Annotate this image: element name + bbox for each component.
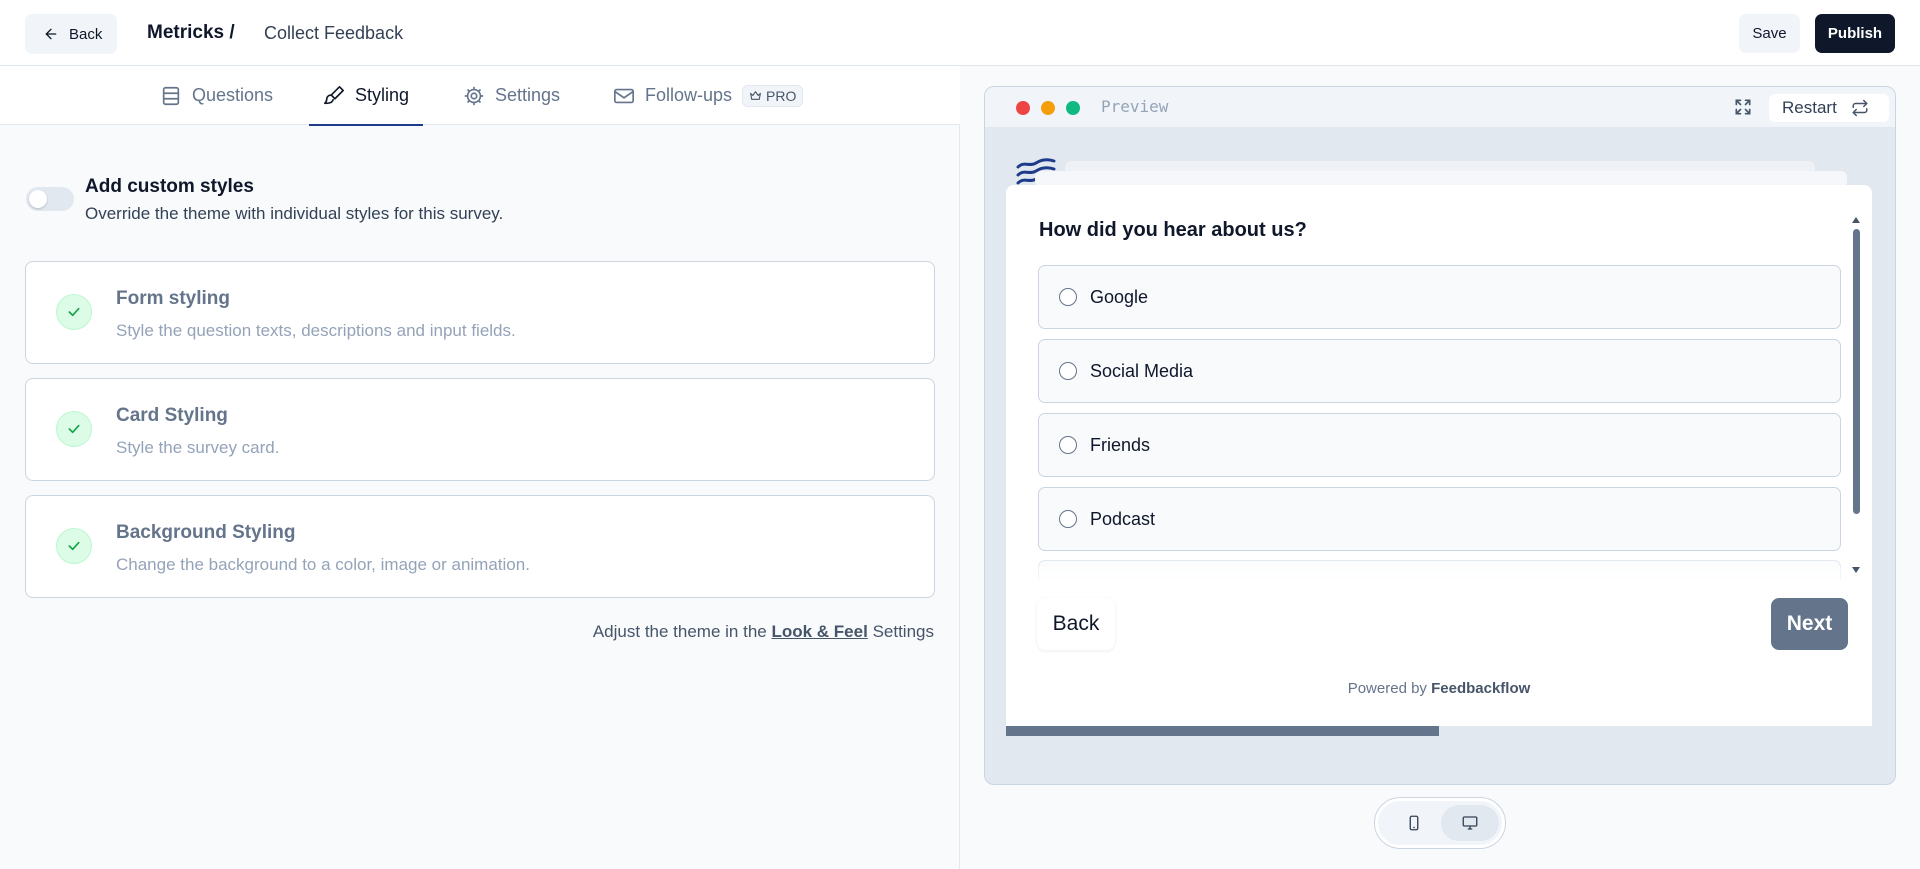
survey-back-button[interactable]: Back [1037, 598, 1115, 650]
option-social-media[interactable]: Social Media [1038, 339, 1841, 403]
tab-follow-ups-label: Follow-ups [645, 85, 733, 105]
check-circle-icon [56, 294, 92, 330]
device-toggle [1374, 797, 1506, 849]
custom-styles-description: Override the theme with individual style… [85, 204, 504, 223]
tab-styling[interactable]: Styling [308, 66, 424, 126]
option-friends[interactable]: Friends [1038, 413, 1841, 477]
back-button-label: Back [69, 25, 103, 43]
editor-panel: Questions Styling Settings Follow-ups PR… [0, 66, 960, 869]
expand-icon[interactable] [1733, 97, 1753, 117]
arrow-left-icon [45, 28, 57, 40]
mobile-icon [1409, 815, 1419, 831]
tab-settings[interactable]: Settings [463, 66, 560, 125]
desktop-view-button[interactable] [1441, 805, 1499, 841]
option-google[interactable]: Google [1038, 265, 1841, 329]
top-bar: Back Metricks / Collect Feedback Save Pu… [0, 0, 1920, 66]
look-and-feel-link[interactable]: Look & Feel [771, 622, 867, 641]
tab-styling-label: Styling [355, 85, 410, 105]
card-description: Change the background to a color, image … [116, 555, 530, 574]
preview-label: Preview [1101, 97, 1169, 116]
device-toggle-track [1378, 801, 1502, 845]
option-label: Friends [1090, 434, 1151, 455]
survey-name[interactable]: Collect Feedback [264, 23, 403, 44]
card-title: Card Styling [116, 405, 228, 426]
card-title: Background Styling [116, 522, 296, 543]
card-styling-card[interactable]: Card Styling Style the survey card. [25, 378, 935, 481]
pro-badge-label: PRO [766, 87, 797, 104]
window-minimize-dot [1041, 101, 1055, 115]
desktop-icon [1462, 816, 1478, 830]
editor-tabs: Questions Styling Settings Follow-ups PR… [0, 66, 960, 126]
repeat-icon [1852, 99, 1868, 117]
breadcrumb-project[interactable]: Metricks / [147, 22, 235, 44]
mail-icon [614, 88, 634, 103]
card-description: Style the question texts, descriptions a… [116, 321, 516, 340]
option-label: Google [1090, 286, 1149, 307]
adjust-suffix: Settings [872, 622, 934, 641]
mobile-view-button[interactable] [1396, 805, 1432, 841]
card-description: Style the survey card. [116, 438, 280, 457]
restart-label: Restart [1782, 98, 1837, 117]
pro-badge: PRO [742, 84, 804, 107]
tab-settings-label: Settings [495, 85, 561, 105]
powered-by: Powered by Feedbackflow [1006, 680, 1872, 697]
survey-next-button[interactable]: Next [1771, 598, 1848, 650]
radio-icon [1059, 436, 1077, 454]
adjust-theme-note: Adjust the theme in the Look & Feel Sett… [593, 622, 934, 642]
window-close-dot [1016, 101, 1030, 115]
background-styling-card[interactable]: Background Styling Change the background… [25, 495, 935, 598]
scroll-fade [1006, 567, 1856, 597]
preview-window-bar: Preview Restart [985, 87, 1895, 127]
survey-card: How did you hear about us? Google Social… [1006, 185, 1872, 726]
preview-window: Preview Restart How did you hear about u… [984, 86, 1896, 785]
radio-icon [1059, 362, 1077, 380]
radio-icon [1059, 510, 1077, 528]
option-label: Social Media [1090, 360, 1194, 381]
option-podcast[interactable]: Podcast [1038, 487, 1841, 551]
check-circle-icon [56, 411, 92, 447]
window-maximize-dot [1066, 101, 1080, 115]
custom-styles-title: Add custom styles [85, 176, 254, 197]
crown-icon [750, 91, 761, 100]
tab-questions-label: Questions [192, 85, 274, 105]
scroll-up-arrow[interactable] [1852, 217, 1860, 223]
powered-by-prefix: Powered by [1347, 680, 1427, 697]
options-scrollbar[interactable] [1849, 217, 1863, 573]
form-styling-card[interactable]: Form styling Style the question texts, d… [25, 261, 935, 364]
tab-questions[interactable]: Questions [160, 66, 273, 125]
powered-by-brand[interactable]: Feedbackflow [1431, 680, 1530, 697]
paintbrush-icon [324, 85, 344, 104]
list-icon [162, 86, 180, 105]
radio-icon [1059, 288, 1077, 306]
card-title: Form styling [116, 288, 231, 309]
scroll-down-arrow[interactable] [1852, 567, 1860, 573]
toggle-knob [29, 190, 47, 208]
tab-follow-ups[interactable]: Follow-ups PRO [613, 66, 804, 125]
publish-button[interactable]: Publish [1815, 14, 1895, 53]
restart-button[interactable]: Restart [1769, 94, 1889, 122]
progress-bar [1006, 726, 1872, 736]
scroll-thumb[interactable] [1853, 229, 1860, 514]
back-button[interactable]: Back [25, 14, 117, 54]
option-label: Podcast [1090, 508, 1156, 529]
custom-styles-toggle[interactable] [26, 187, 74, 211]
progress-fill [1006, 726, 1439, 736]
check-circle-icon [56, 528, 92, 564]
question-headline: How did you hear about us? [1039, 219, 1307, 241]
gear-icon [464, 86, 484, 105]
adjust-prefix: Adjust the theme in the [592, 622, 767, 641]
save-button[interactable]: Save [1739, 14, 1800, 53]
